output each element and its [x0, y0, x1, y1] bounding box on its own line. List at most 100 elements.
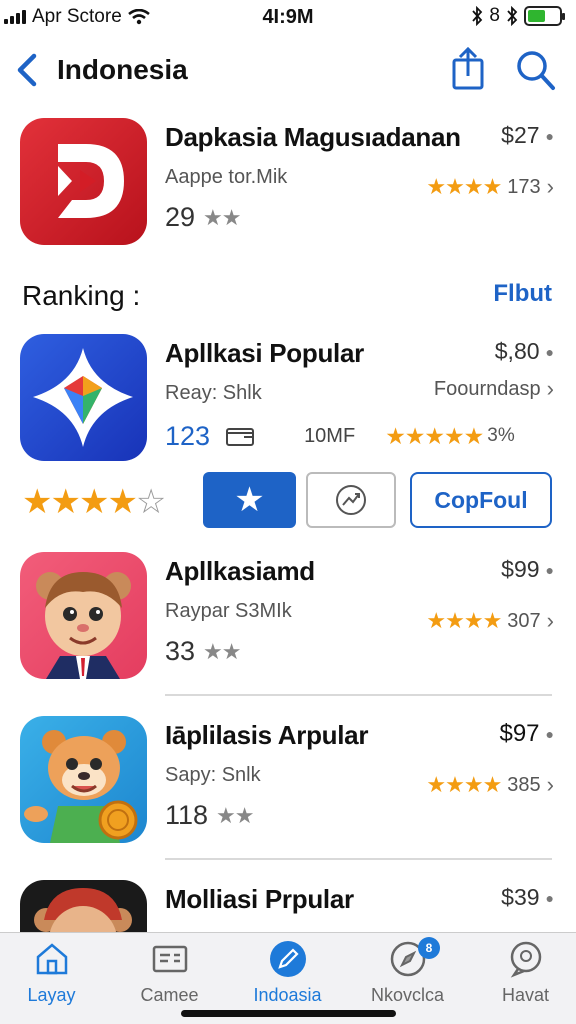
page-title: Indonesia	[57, 54, 188, 85]
chevron-right-icon[interactable]: ›	[547, 772, 554, 798]
stats-button[interactable]	[306, 472, 396, 528]
get-button[interactable]: CopFoul	[410, 472, 552, 528]
edit-circle-icon	[269, 941, 306, 977]
tab-chat[interactable]: Havat	[468, 939, 576, 1019]
play-logo-icon	[58, 144, 124, 218]
dot-icon: ●	[545, 889, 554, 906]
price-text: $99	[501, 556, 540, 582]
app-price[interactable]: $27 ●	[501, 122, 554, 149]
status-right-text: 8	[489, 5, 500, 26]
app-price[interactable]: $99 ●	[501, 556, 554, 583]
developer-text: Foourndasp	[433, 377, 541, 400]
gray-stars: ★★	[203, 638, 241, 664]
app-size: 10MF	[304, 424, 356, 447]
chevron-right-icon[interactable]: ›	[547, 376, 554, 402]
stat-number: 123	[165, 420, 211, 451]
divider	[165, 694, 552, 696]
stat-number: 29	[165, 202, 196, 232]
app-price[interactable]: $97 ●	[499, 720, 554, 748]
gray-stars: ★★	[203, 204, 241, 230]
share-icon[interactable]	[448, 46, 488, 92]
rating-percent: 3%	[487, 425, 515, 446]
rating-empty-star[interactable]: ☆	[136, 483, 167, 521]
rating-count: 173	[507, 175, 541, 198]
action-row: ★★★★☆ ★ CopFoul	[0, 472, 576, 530]
star-rating: ★★★★	[426, 608, 502, 633]
rating-count: 385	[507, 773, 541, 796]
dot-icon: ●	[545, 561, 554, 578]
stat-number: 118	[165, 800, 209, 830]
app-icon-monkey[interactable]	[20, 880, 147, 932]
app-name[interactable]: Iāplilasis Arpular	[165, 720, 368, 751]
featured-app-row[interactable]: Dapkasia Magusıadanan $27 ● Aappe tor.Mik…	[0, 118, 576, 258]
app-developer[interactable]: Foourndasp ›	[434, 376, 554, 402]
section-title: Ranking :	[22, 280, 141, 311]
tab-home[interactable]: Layay	[0, 939, 109, 1019]
price-text: $97	[499, 720, 540, 747]
star-rating: ★★★★★	[385, 422, 484, 449]
monkey-character-icon	[34, 888, 132, 932]
dot-icon: ●	[545, 726, 554, 742]
app-name[interactable]: Molliasi Prpular	[165, 884, 354, 915]
stat-number: 33	[165, 636, 196, 666]
app-row[interactable]: Iāplilasis Arpular $97 ● Sapy: Snlk ★★★★ 3…	[0, 716, 576, 856]
app-rating: ★★★★ 173 ›	[426, 174, 554, 200]
app-icon-play[interactable]	[20, 118, 147, 245]
section-link[interactable]: Flbut	[493, 280, 552, 308]
home-icon	[36, 943, 67, 975]
status-right: 8	[471, 5, 565, 27]
app-subtitle: Reay: Shlk	[165, 382, 262, 404]
rating-full-stars[interactable]: ★★★★	[22, 483, 138, 521]
notification-badge: 8	[418, 937, 440, 959]
app-rating: ★★★★ 307 ›	[426, 608, 554, 634]
home-indicator	[181, 1010, 396, 1017]
app-icon-fox[interactable]	[20, 716, 147, 843]
chevron-right-icon[interactable]: ›	[547, 608, 554, 634]
user-rating[interactable]: ★★★★☆	[22, 482, 167, 522]
app-stats: 33 ★★	[165, 636, 242, 667]
app-icon-diamond[interactable]	[20, 334, 147, 461]
tab-label: Havat	[501, 985, 550, 1005]
chat-search-icon	[510, 941, 541, 978]
chevron-right-icon[interactable]: ›	[547, 174, 554, 200]
tab-label: Indoasia	[253, 985, 322, 1005]
tab-indonesia[interactable]: Indoasia	[230, 939, 345, 1019]
search-icon[interactable]	[514, 48, 556, 92]
app-subtitle: Sapy: Snlk	[165, 764, 261, 786]
favorite-button[interactable]: ★	[203, 472, 296, 528]
diamond-logo-icon	[33, 348, 133, 447]
back-chevron-icon[interactable]	[12, 50, 44, 90]
dot-icon: ●	[545, 127, 554, 144]
app-row[interactable]: Apllkasiamd $99 ● Raypar S3MIk ★★★★ 307 › 3…	[0, 552, 576, 692]
app-stats: 118 ★★	[165, 800, 255, 831]
star-rating: ★★★★	[426, 174, 502, 199]
tab-discover[interactable]: 8 Nkovclca	[350, 937, 465, 1019]
divider	[165, 858, 552, 860]
star-icon: ★	[234, 481, 265, 519]
popular-app-row[interactable]: Apllkasi Popular $,80 ● Reay: Shlk Foourn…	[0, 334, 576, 474]
folder-icon	[226, 428, 255, 446]
app-price[interactable]: $39 ●	[501, 884, 554, 911]
app-icon-bear[interactable]	[20, 552, 147, 679]
app-rating: ★★★★ 385 ›	[426, 772, 554, 798]
app-subtitle: Raypar S3MIk	[165, 600, 292, 622]
bluetooth-alt-icon	[507, 6, 518, 26]
tab-label: Nkovclca	[370, 985, 445, 1005]
app-row[interactable]: Molliasi Prpular $39 ●	[0, 880, 576, 932]
bear-character-icon	[36, 572, 131, 679]
status-bar: Apr Sctore 4I:9M 8	[0, 0, 576, 36]
fox-character-icon	[24, 730, 138, 843]
app-stats: 29 ★★	[165, 202, 242, 233]
app-name[interactable]: Dapkasia Magusıadanan	[165, 122, 461, 153]
app-subtitle: Aappe tor.Mik	[165, 166, 288, 188]
dot-icon: ●	[545, 343, 554, 360]
price-text: $39	[501, 884, 540, 910]
price-text: $27	[501, 122, 540, 148]
tab-games[interactable]: Camee	[112, 939, 227, 1019]
battery-icon	[524, 6, 565, 26]
gray-stars: ★★	[216, 802, 254, 828]
app-name[interactable]: Apllkasiamd	[165, 556, 315, 587]
app-price[interactable]: $,80 ●	[495, 338, 554, 365]
tab-label: Layay	[27, 985, 76, 1005]
app-name[interactable]: Apllkasi Popular	[165, 338, 364, 369]
